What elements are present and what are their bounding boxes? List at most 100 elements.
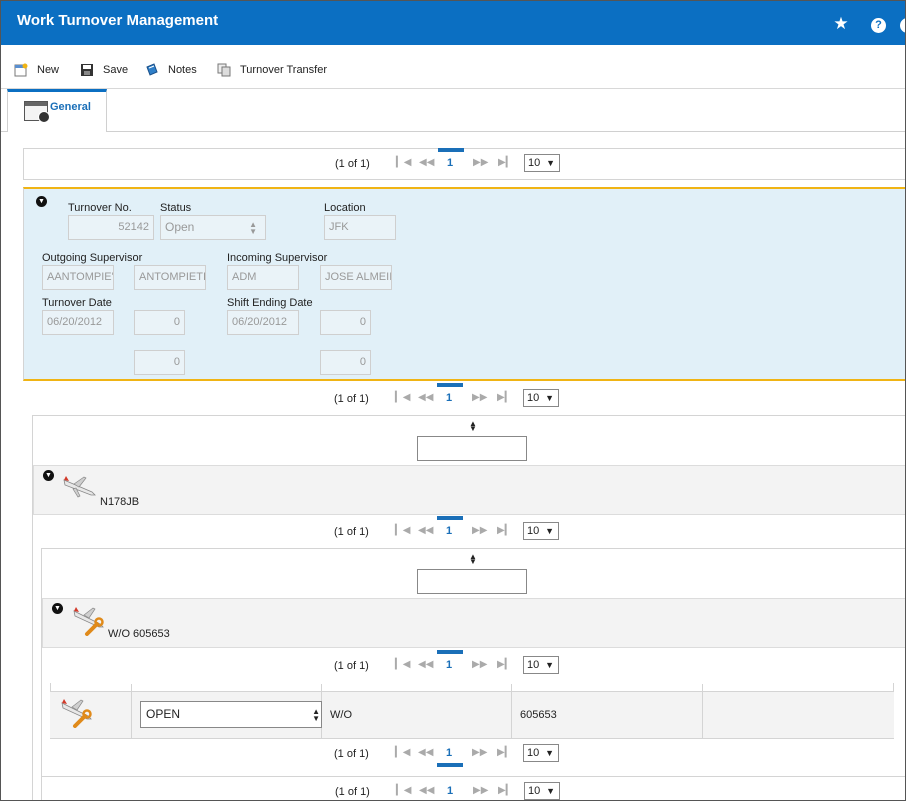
prev-page-icon[interactable]: ◀◀ [418, 659, 433, 670]
first-page-icon[interactable]: ▎◀ [396, 785, 411, 796]
save-icon [80, 63, 94, 77]
window-icon [24, 101, 50, 123]
turnover-hour-field[interactable]: 0 [134, 310, 185, 335]
turnover-no-field[interactable]: 52142 [68, 215, 154, 240]
collapse-chevron-icon[interactable]: ▼ [43, 470, 54, 481]
sort-icon[interactable]: ▲ ▼ [468, 420, 478, 433]
sort-select[interactable] [417, 569, 527, 594]
last-page-icon[interactable]: ▶▎ [497, 659, 512, 670]
shift-hour-field[interactable]: 0 [320, 310, 371, 335]
next-page-icon[interactable]: ▶▶ [472, 392, 487, 403]
work-order-status-select[interactable]: OPEN ▲ ▼ [140, 701, 322, 728]
work-order-type: W/O [330, 709, 352, 721]
outgoing-supervisor-label: Outgoing Supervisor [42, 252, 143, 264]
airplane-wrench-icon [60, 698, 94, 728]
aircraft-group-header[interactable] [33, 465, 906, 515]
save-label: Save [103, 64, 129, 76]
airplane-wrench-icon [72, 606, 106, 636]
pager: (1 of 1) ▎◀ ◀◀ 1 ▶▶ ▶▎ 10 ▼ [41, 516, 906, 549]
save-button[interactable]: Save [80, 62, 128, 78]
toolbar: New Save Notes Turnover Transfer [1, 49, 905, 89]
page-size-select[interactable]: 10 ▼ [523, 744, 559, 762]
app-header: Work Turnover Management ★ ? [1, 1, 906, 45]
shift-minute-field[interactable]: 0 [320, 350, 371, 375]
prev-page-icon[interactable]: ◀◀ [418, 747, 433, 758]
outgoing-supervisor-name[interactable]: ANTOMPIETI [134, 265, 206, 290]
pager-count: (1 of 1) [334, 526, 369, 538]
last-page-icon[interactable]: ▶▎ [497, 392, 512, 403]
last-page-icon[interactable]: ▶▎ [497, 747, 512, 758]
current-page[interactable]: 1 [446, 392, 452, 404]
new-document-icon [14, 63, 28, 77]
transfer-label: Turnover Transfer [240, 64, 328, 76]
last-page-icon[interactable]: ▶▎ [498, 157, 513, 168]
sort-select[interactable] [417, 436, 527, 461]
tab-bar: General [1, 89, 905, 132]
current-page[interactable]: 1 [446, 747, 452, 759]
shift-ending-date-field[interactable]: 06/20/2012 [227, 310, 299, 335]
page-size-select[interactable]: 10 ▼ [523, 522, 559, 540]
next-page-icon[interactable]: ▶▶ [472, 659, 487, 670]
first-page-icon[interactable]: ▎◀ [395, 525, 410, 536]
next-page-icon[interactable]: ▶▶ [473, 157, 488, 168]
next-page-icon[interactable]: ▶▶ [472, 525, 487, 536]
pager-count: (1 of 1) [334, 660, 369, 672]
tab-general-label: General [50, 101, 91, 113]
current-page[interactable]: 1 [447, 785, 453, 797]
sort-icon[interactable]: ▲ ▼ [468, 553, 478, 566]
first-page-icon[interactable]: ▎◀ [395, 747, 410, 758]
notes-button[interactable]: Notes [145, 62, 197, 78]
next-page-icon[interactable]: ▶▶ [472, 747, 487, 758]
turnover-transfer-button[interactable]: Turnover Transfer [217, 62, 327, 78]
first-page-icon[interactable]: ▎◀ [395, 392, 410, 403]
outgoing-supervisor-code[interactable]: AANTOMPIE' [42, 265, 114, 290]
status-label: Status [160, 202, 192, 214]
pager-count: (1 of 1) [334, 393, 369, 405]
status-select[interactable]: Open ▲ ▼ [160, 215, 266, 240]
collapse-chevron-icon[interactable]: ▼ [52, 603, 63, 614]
turnover-no-label: Turnover No. [68, 202, 132, 214]
prev-page-icon[interactable]: ◀◀ [419, 785, 434, 796]
first-page-icon[interactable]: ▎◀ [395, 659, 410, 670]
pager: (1 of 1) ▎◀ ◀◀ 1 ▶▶ ▶▎ 10 ▼ [41, 776, 906, 801]
current-page[interactable]: 1 [446, 525, 452, 537]
help-icon[interactable]: ? [871, 18, 886, 33]
prev-page-icon[interactable]: ◀◀ [418, 525, 433, 536]
turnover-date-label: Turnover Date [42, 297, 112, 309]
new-button[interactable]: New [14, 62, 59, 78]
incoming-supervisor-name[interactable]: JOSE ALMEII [320, 265, 392, 290]
notes-icon [145, 63, 159, 77]
last-page-icon[interactable]: ▶▎ [498, 785, 513, 796]
prev-page-icon[interactable]: ◀◀ [419, 157, 434, 168]
pager-count: (1 of 1) [335, 786, 370, 798]
work-order-group-label: W/O 605653 [108, 628, 170, 640]
pager-count: (1 of 1) [335, 158, 370, 170]
pager: (1 of 1) ▎◀ ◀◀ 1 ▶▶ ▶▎ 10 ▼ [23, 148, 906, 180]
user-icon[interactable] [900, 18, 906, 33]
current-page[interactable]: 1 [447, 157, 453, 169]
page-size-select[interactable]: 10 ▼ [523, 656, 559, 674]
first-page-icon[interactable]: ▎◀ [396, 157, 411, 168]
work-order-number: 605653 [520, 709, 557, 721]
page-size-select[interactable]: 10 ▼ [524, 782, 560, 800]
current-page[interactable]: 1 [446, 659, 452, 671]
incoming-supervisor-label: Incoming Supervisor [227, 252, 328, 264]
notes-label: Notes [168, 64, 197, 76]
next-page-icon[interactable]: ▶▶ [473, 785, 488, 796]
last-page-icon[interactable]: ▶▎ [497, 525, 512, 536]
incoming-supervisor-code[interactable]: ADM [227, 265, 299, 290]
tab-general[interactable]: General [7, 89, 107, 132]
work-order-group-header[interactable] [42, 598, 906, 648]
turnover-minute-field[interactable]: 0 [134, 350, 185, 375]
aircraft-label: N178JB [100, 496, 140, 508]
turnover-date-field[interactable]: 06/20/2012 [42, 310, 114, 335]
pager: (1 of 1) ▎◀ ◀◀ 1 ▶▶ ▶▎ 10 ▼ [50, 739, 894, 771]
page-size-select[interactable]: 10 ▼ [524, 154, 560, 172]
collapse-chevron-icon[interactable]: ▼ [36, 196, 47, 207]
prev-page-icon[interactable]: ◀◀ [418, 392, 433, 403]
star-icon[interactable]: ★ [832, 15, 850, 33]
page-size-select[interactable]: 10 ▼ [523, 389, 559, 407]
pager-count: (1 of 1) [334, 748, 369, 760]
turnover-record-panel: ▼ Turnover No. 52142 Status Open ▲ ▼ Loca… [23, 187, 906, 381]
location-field[interactable]: JFK [324, 215, 396, 240]
